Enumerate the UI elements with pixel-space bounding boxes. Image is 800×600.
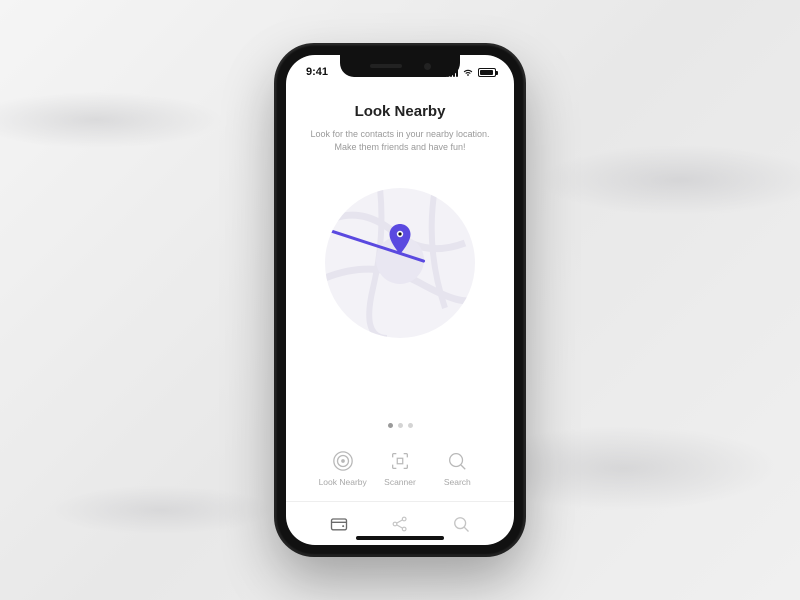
action-scanner[interactable]: Scanner	[371, 450, 428, 487]
carousel-dot-1[interactable]	[398, 423, 403, 428]
share-icon[interactable]	[390, 514, 410, 534]
main-content: Look Nearby Look for the contacts in you…	[286, 89, 514, 487]
search-icon[interactable]	[451, 514, 471, 534]
wifi-icon	[462, 68, 474, 77]
battery-icon	[478, 68, 496, 77]
action-row: Look Nearby Scanner Search	[308, 450, 492, 487]
carousel-dot-2[interactable]	[408, 423, 413, 428]
scan-icon	[389, 450, 411, 472]
action-label: Scanner	[384, 477, 416, 487]
carousel-dots[interactable]	[388, 387, 413, 428]
location-pin-icon	[388, 224, 412, 254]
action-label: Search	[444, 477, 471, 487]
map-roads	[325, 188, 475, 338]
action-search[interactable]: Search	[429, 450, 486, 487]
phone-frame: 9:41 Look Nearby Look for the contacts i…	[276, 45, 524, 555]
page-subtitle: Look for the contacts in your nearby loc…	[310, 128, 489, 154]
action-label: Look Nearby	[319, 477, 367, 487]
map-illustration	[325, 188, 475, 338]
screen: 9:41 Look Nearby Look for the contacts i…	[286, 55, 514, 545]
search-circle-icon	[446, 450, 468, 472]
page-title: Look Nearby	[355, 103, 446, 120]
carousel-dot-0[interactable]	[388, 423, 393, 428]
status-time: 9:41	[306, 66, 328, 78]
wallet-icon[interactable]	[329, 514, 349, 534]
radar-icon	[332, 450, 354, 472]
notch	[340, 55, 460, 77]
home-indicator[interactable]	[356, 536, 444, 540]
action-look-nearby[interactable]: Look Nearby	[314, 450, 371, 487]
